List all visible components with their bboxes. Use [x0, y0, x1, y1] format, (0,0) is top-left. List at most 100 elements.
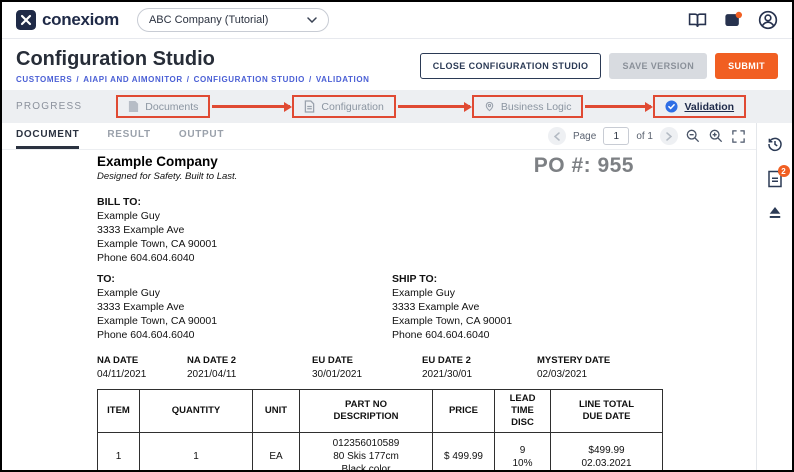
breadcrumb-configuration-studio[interactable]: CONFIGURATION STUDIO — [194, 75, 305, 84]
step-configuration[interactable]: Configuration — [292, 95, 395, 118]
conexiom-logo-icon — [16, 10, 36, 30]
date-value: 2021/04/11 — [187, 369, 312, 380]
company-selector-value: ABC Company (Tutorial) — [149, 14, 268, 26]
header-actions: CLOSE CONFIGURATION STUDIO SAVE VERSION … — [420, 53, 778, 79]
date-col-mystery: MYSTERY DATE 02/03/2021 — [537, 355, 652, 380]
table-header-row: ITEM QUANTITY UNIT PART NO DESCRIPTION P… — [98, 390, 663, 433]
breadcrumb-aiapi[interactable]: AIAPI AND AIMONITOR — [83, 75, 183, 84]
tab-output[interactable]: OUTPUT — [179, 123, 224, 149]
cell-leadtime: 9 10% — [495, 433, 551, 471]
dates-row: NA DATE 04/11/2021 NA DATE 2 2021/04/11 … — [97, 355, 662, 380]
doc-company-name: Example Company — [97, 154, 237, 169]
breadcrumb: CUSTOMERS / AIAPI AND AIMONITOR / CONFIGURAT… — [16, 75, 370, 84]
cell-linetotal: $499.99 02.03.2021 — [551, 433, 663, 471]
page-number-input[interactable] — [603, 127, 629, 145]
page-title: Configuration Studio — [16, 48, 370, 70]
date-col-eu2: EU DATE 2 2021/30/01 — [422, 355, 537, 380]
cell-item: 1 — [98, 433, 140, 471]
col-header-partno: PART NO DESCRIPTION — [300, 390, 433, 433]
ship-to-block: SHIP TO: Example Guy 3333 Example Ave Ex… — [392, 273, 512, 342]
tabs: DOCUMENT RESULT OUTPUT — [16, 123, 252, 149]
step-validation[interactable]: Validation — [653, 95, 746, 118]
date-header: EU DATE 2 — [422, 355, 537, 366]
col-header-price: PRICE — [433, 390, 495, 433]
configuration-icon — [304, 100, 315, 113]
col-header-unit: UNIT — [253, 390, 300, 433]
date-col-eu: EU DATE 30/01/2021 — [312, 355, 422, 380]
step-business-logic[interactable]: Business Logic — [472, 95, 584, 118]
step-configuration-label: Configuration — [321, 101, 383, 113]
next-page-button[interactable] — [660, 127, 678, 145]
company-selector[interactable]: ABC Company (Tutorial) — [137, 8, 329, 32]
cell-unit: EA — [253, 433, 300, 471]
tab-document[interactable]: DOCUMENT — [16, 123, 79, 149]
date-col-na2: NA DATE 2 2021/04/11 — [187, 355, 312, 380]
app-window: conexiom ABC Company (Tutorial) Configur… — [0, 0, 794, 472]
conexiom-logo: conexiom — [16, 10, 119, 30]
date-header: MYSTERY DATE — [537, 355, 652, 366]
chevron-down-icon — [307, 17, 317, 23]
cell-partno: 012356010589 80 Skis 177cm Black color — [300, 433, 433, 471]
notes-icon[interactable]: 2 — [767, 170, 783, 188]
zoom-in-icon[interactable] — [708, 128, 724, 144]
upload-icon[interactable] — [766, 205, 784, 221]
col-header-linetotal: LINE TOTAL DUE DATE — [551, 390, 663, 433]
to-shipto-row: TO: Example Guy 3333 Example Ave Example… — [97, 273, 662, 342]
map-pin-icon — [484, 100, 495, 113]
document-viewer: Example Company Designed for Safety. Bui… — [2, 150, 756, 470]
to-address: Example Guy 3333 Example Ave Example Tow… — [97, 286, 392, 342]
breadcrumb-separator: / — [76, 75, 79, 84]
prev-page-button[interactable] — [548, 127, 566, 145]
annotation-arrow — [585, 105, 651, 108]
col-header-quantity: QUANTITY — [140, 390, 253, 433]
page-header: Configuration Studio CUSTOMERS / AIAPI AND… — [2, 39, 792, 90]
cell-price: $ 499.99 — [433, 433, 495, 471]
bill-to-address: Example Guy 3333 Example Ave Example Tow… — [97, 209, 662, 265]
close-configuration-studio-button[interactable]: CLOSE CONFIGURATION STUDIO — [420, 53, 602, 79]
date-value: 30/01/2021 — [312, 369, 422, 380]
cell-quantity: 1 — [140, 433, 253, 471]
document-panel: DOCUMENT RESULT OUTPUT Page of 1 — [2, 123, 756, 470]
ship-to-address: Example Guy 3333 Example Ave Example Tow… — [392, 286, 512, 342]
progress-bar: PROGRESS Documents Configuration Busines… — [2, 90, 792, 123]
page-label: Page — [573, 131, 596, 142]
topbar-icons — [688, 10, 778, 30]
bill-to-block: BILL TO: Example Guy 3333 Example Ave Ex… — [97, 196, 662, 265]
date-header: NA DATE 2 — [187, 355, 312, 366]
notifications-icon[interactable] — [723, 11, 742, 30]
to-label: TO: — [97, 273, 392, 285]
breadcrumb-separator: / — [187, 75, 190, 84]
tabs-row: DOCUMENT RESULT OUTPUT Page of 1 — [2, 123, 756, 150]
date-value: 2021/30/01 — [422, 369, 537, 380]
date-value: 04/11/2021 — [97, 369, 187, 380]
bill-to-label: BILL TO: — [97, 196, 662, 208]
breadcrumb-validation[interactable]: VALIDATION — [316, 75, 370, 84]
logo-text: conexiom — [42, 10, 119, 30]
document-header: Example Company Designed for Safety. Bui… — [97, 154, 662, 182]
step-business-logic-label: Business Logic — [501, 101, 572, 113]
save-version-button[interactable]: SAVE VERSION — [609, 53, 707, 79]
history-icon[interactable] — [766, 135, 784, 153]
po-number: PO #: 955 — [534, 154, 634, 178]
doc-tagline: Designed for Safety. Built to Last. — [97, 171, 237, 182]
progress-label: PROGRESS — [16, 101, 82, 112]
fullscreen-icon[interactable] — [731, 129, 746, 144]
content-area: DOCUMENT RESULT OUTPUT Page of 1 — [2, 123, 792, 470]
breadcrumb-customers[interactable]: CUSTOMERS — [16, 75, 72, 84]
submit-button[interactable]: SUBMIT — [715, 53, 778, 79]
date-header: NA DATE — [97, 355, 187, 366]
tab-result[interactable]: RESULT — [107, 123, 150, 149]
zoom-out-icon[interactable] — [685, 128, 701, 144]
topbar: conexiom ABC Company (Tutorial) — [2, 2, 792, 39]
purchase-order-document: Example Company Designed for Safety. Bui… — [97, 154, 662, 470]
date-value: 02/03/2021 — [537, 369, 652, 380]
book-icon[interactable] — [688, 11, 707, 30]
ship-to-label: SHIP TO: — [392, 273, 512, 285]
profile-icon[interactable] — [758, 10, 778, 30]
to-block: TO: Example Guy 3333 Example Ave Example… — [97, 273, 392, 342]
line-items-table: ITEM QUANTITY UNIT PART NO DESCRIPTION P… — [97, 389, 663, 470]
notes-badge: 2 — [778, 165, 790, 177]
step-documents[interactable]: Documents — [116, 95, 210, 118]
step-documents-label: Documents — [145, 101, 198, 113]
step-validation-label: Validation — [684, 101, 734, 113]
